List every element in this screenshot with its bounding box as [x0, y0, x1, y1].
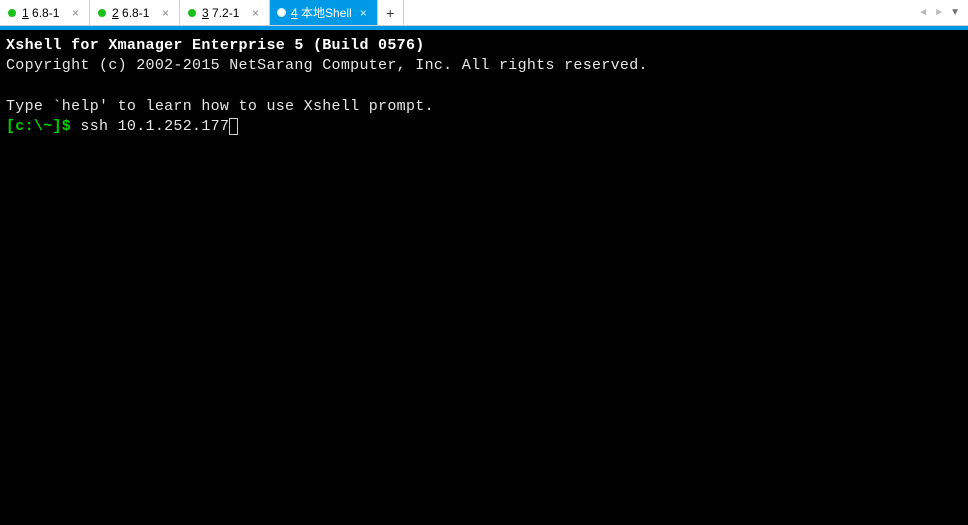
new-tab-button[interactable]: + — [378, 0, 404, 25]
close-icon[interactable]: × — [250, 7, 261, 19]
terminal-copyright-line: Copyright (c) 2002-2015 NetSarang Comput… — [6, 57, 648, 74]
tab-label: 1 6.8-1 — [22, 6, 64, 20]
tab-scroll-right-icon[interactable]: ► — [932, 5, 946, 20]
status-dot-icon — [278, 9, 285, 16]
plus-icon: + — [386, 6, 394, 20]
terminal-command: ssh 10.1.252.177 — [80, 118, 229, 135]
status-dot-icon — [8, 9, 16, 17]
terminal-output[interactable]: Xshell for Xmanager Enterprise 5 (Build … — [0, 30, 968, 525]
tab-session-3[interactable]: 3 7.2-1 × — [180, 0, 270, 25]
terminal-help-line: Type `help' to learn how to use Xshell p… — [6, 98, 434, 115]
status-dot-icon — [188, 9, 196, 17]
terminal-title-line: Xshell for Xmanager Enterprise 5 (Build … — [6, 37, 425, 54]
tab-scroll-left-icon[interactable]: ◄ — [916, 5, 930, 20]
tab-menu-icon[interactable]: ▼ — [948, 5, 962, 20]
tab-label: 3 7.2-1 — [202, 6, 244, 20]
close-icon[interactable]: × — [358, 7, 369, 19]
tab-local-shell[interactable]: 4 本地Shell × — [270, 0, 378, 25]
tab-session-2[interactable]: 2 6.8-1 × — [90, 0, 180, 25]
tab-bar: 1 6.8-1 × 2 6.8-1 × 3 7.2-1 × 4 本地Shell … — [0, 0, 968, 26]
cursor-icon — [229, 118, 238, 135]
status-dot-icon — [98, 9, 106, 17]
tab-label: 2 6.8-1 — [112, 6, 154, 20]
tab-nav: ◄ ► ▼ — [916, 0, 968, 25]
close-icon[interactable]: × — [160, 7, 171, 19]
close-icon[interactable]: × — [70, 7, 81, 19]
terminal-prompt: [c:\~]$ — [6, 118, 80, 135]
tab-label: 4 本地Shell — [291, 4, 352, 21]
tab-session-1[interactable]: 1 6.8-1 × — [0, 0, 90, 25]
